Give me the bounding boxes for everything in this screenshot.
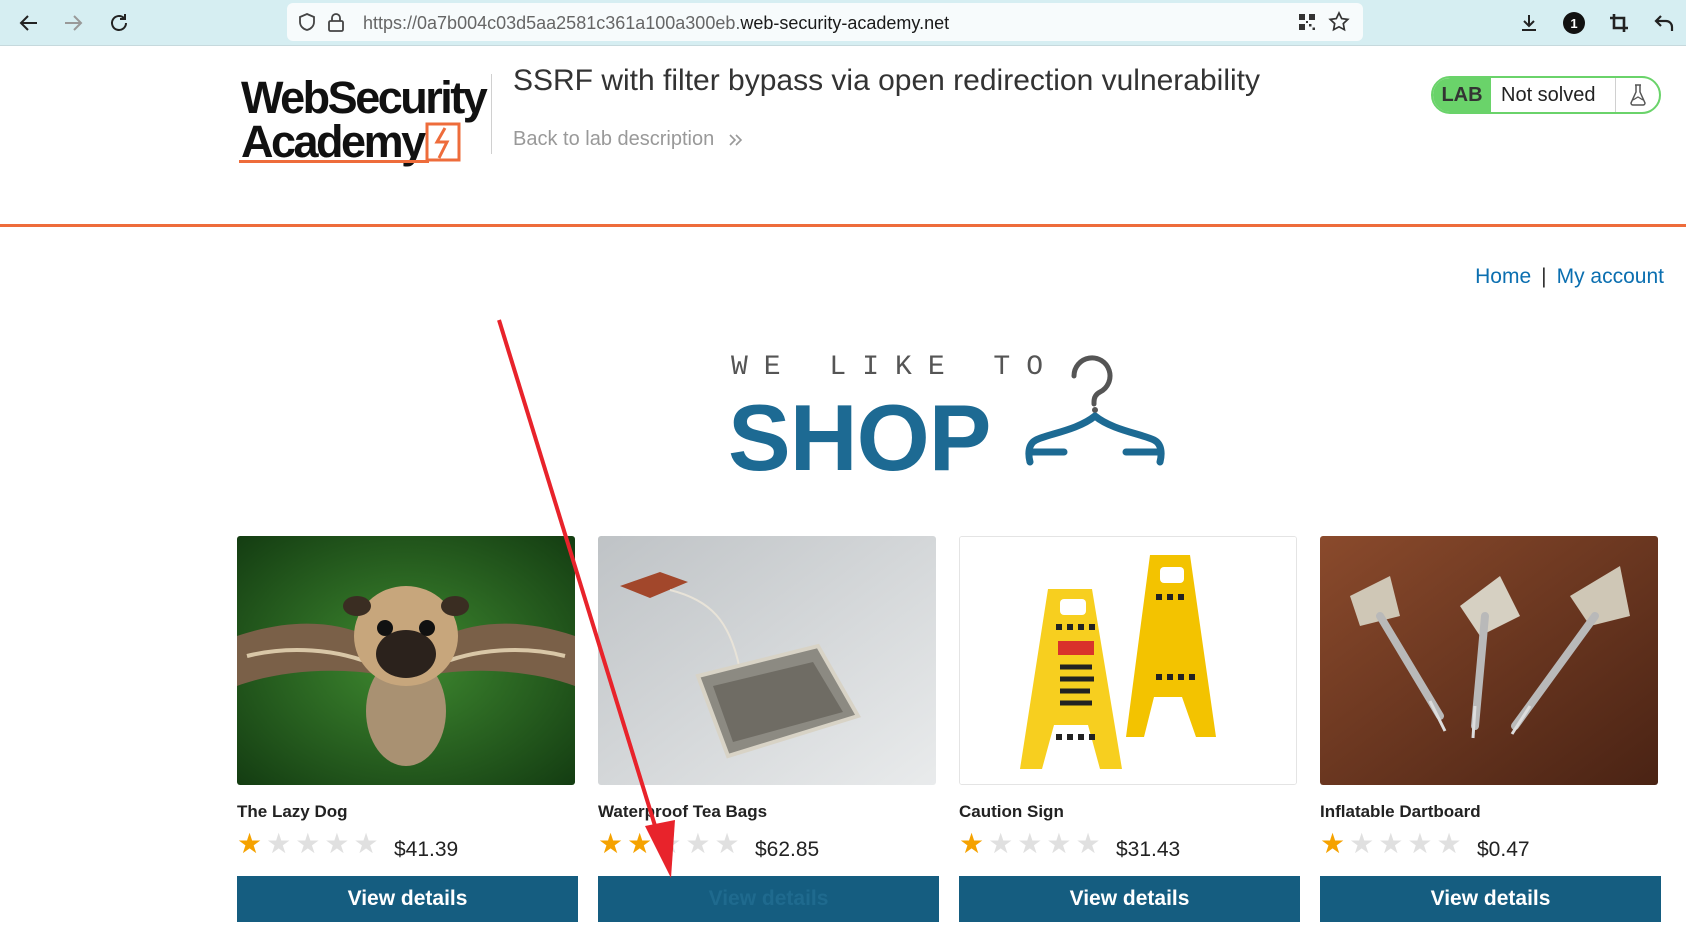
product-card: Inflatable Dartboard ★ ★ ★ ★ ★ $0.47 Vie… — [1320, 536, 1661, 924]
header-orange-rule — [0, 224, 1686, 227]
view-details-button[interactable]: View details — [237, 876, 578, 922]
my-account-link[interactable]: My account — [1557, 265, 1664, 288]
reload-icon[interactable] — [104, 8, 134, 38]
lab-title: SSRF with filter bypass via open redirec… — [513, 64, 1260, 97]
logo-underline — [239, 160, 429, 163]
qr-code-icon[interactable] — [1297, 12, 1317, 37]
header-divider — [491, 74, 492, 154]
view-details-button[interactable]: View details — [1320, 876, 1661, 922]
url-host: web-security-academy.net — [740, 13, 950, 33]
flask-icon — [1615, 78, 1659, 112]
product-card: Waterproof Tea Bags ★ ★ ★ ★ ★ $62.85 Vie… — [598, 536, 939, 924]
lab-status-widget: LAB Not solved — [1431, 76, 1661, 114]
product-image-waterproof-tea-bags[interactable] — [598, 536, 936, 785]
product-price: $62.85 — [755, 838, 820, 861]
product-card: The Lazy Dog ★ ★ ★ ★ ★ $41.39 View detai… — [237, 536, 578, 924]
rating-stars: ★ ★ ★ ★ ★ — [959, 830, 1101, 858]
star-empty-icon: ★ — [1046, 828, 1072, 859]
product-card: Caution Sign ★ ★ ★ ★ ★ $31.43 View detai… — [959, 536, 1300, 924]
back-to-lab-description-link[interactable]: Back to lab description — [513, 128, 744, 151]
home-link[interactable]: Home — [1475, 265, 1531, 288]
url-prefix: https://0a7b004c03d5aa2581c361a100a300eb… — [363, 13, 741, 33]
back-link-label: Back to lab description — [513, 128, 715, 150]
bookmark-star-icon[interactable] — [1327, 10, 1351, 39]
star-empty-icon: ★ — [353, 828, 379, 859]
product-price: $31.43 — [1116, 838, 1181, 861]
star-filled-icon: ★ — [237, 828, 263, 859]
product-image-caution-sign[interactable] — [959, 536, 1297, 785]
forward-arrow-icon[interactable] — [58, 8, 88, 38]
rating-stars: ★ ★ ★ ★ ★ — [598, 830, 740, 858]
hanger-icon — [1025, 355, 1165, 466]
url-text[interactable]: https://0a7b004c03d5aa2581c361a100a300eb… — [363, 13, 949, 34]
browser-toolbar: https://0a7b004c03d5aa2581c361a100a300eb… — [0, 0, 1686, 46]
product-name: Inflatable Dartboard — [1320, 802, 1481, 821]
rating-stars: ★ ★ ★ ★ ★ — [1320, 830, 1462, 858]
logo-bolt-icon — [425, 122, 461, 162]
star-empty-icon: ★ — [295, 828, 321, 859]
top-navigation: Home | My account — [1475, 265, 1664, 289]
crop-icon[interactable] — [1605, 9, 1633, 37]
double-chevron-right-icon — [729, 134, 742, 146]
lock-icon[interactable] — [327, 12, 345, 37]
view-details-button[interactable]: View details — [598, 876, 939, 922]
address-bar[interactable]: https://0a7b004c03d5aa2581c361a100a300eb… — [287, 3, 1363, 41]
undo-arrow-icon[interactable] — [1650, 9, 1678, 37]
star-empty-icon: ★ — [266, 828, 292, 859]
extension-badge-icon[interactable]: 1 — [1560, 9, 1588, 37]
star-empty-icon: ★ — [988, 828, 1014, 859]
star-empty-icon: ★ — [1436, 828, 1462, 859]
extension-badge-count: 1 — [1563, 12, 1585, 34]
star-empty-icon: ★ — [324, 828, 350, 859]
star-empty-icon: ★ — [714, 828, 740, 859]
rating-stars: ★ ★ ★ ★ ★ — [237, 830, 379, 858]
lab-tag: LAB — [1433, 78, 1491, 112]
star-empty-icon: ★ — [1075, 828, 1101, 859]
banner-tagline: WE LIKE TO — [731, 352, 1060, 383]
product-name: The Lazy Dog — [237, 802, 348, 821]
star-filled-icon: ★ — [627, 828, 653, 859]
star-filled-icon: ★ — [959, 828, 985, 859]
star-filled-icon: ★ — [1320, 828, 1346, 859]
product-image-lazy-dog[interactable] — [237, 536, 575, 785]
nav-separator: | — [1541, 265, 1547, 288]
product-name: Waterproof Tea Bags — [598, 802, 768, 821]
product-image-inflatable-dartboard[interactable] — [1320, 536, 1658, 785]
star-empty-icon: ★ — [1407, 828, 1433, 859]
lab-status-text: Not solved — [1501, 83, 1596, 106]
banner-shop-title: SHOP — [728, 385, 991, 490]
back-arrow-icon[interactable] — [14, 8, 44, 38]
view-details-button[interactable]: View details — [959, 876, 1300, 922]
product-price: $41.39 — [394, 838, 459, 861]
star-empty-icon: ★ — [1378, 828, 1404, 859]
star-empty-icon: ★ — [685, 828, 711, 859]
shield-icon[interactable] — [297, 12, 317, 37]
web-security-academy-logo[interactable]: WebSecurity Academy — [237, 68, 493, 168]
product-name: Caution Sign — [959, 802, 1064, 821]
star-empty-icon: ★ — [1349, 828, 1375, 859]
product-price: $0.47 — [1477, 838, 1530, 861]
star-filled-icon: ★ — [598, 828, 624, 859]
download-icon[interactable] — [1515, 9, 1543, 37]
star-empty-icon: ★ — [1017, 828, 1043, 859]
star-empty-icon: ★ — [656, 828, 682, 859]
